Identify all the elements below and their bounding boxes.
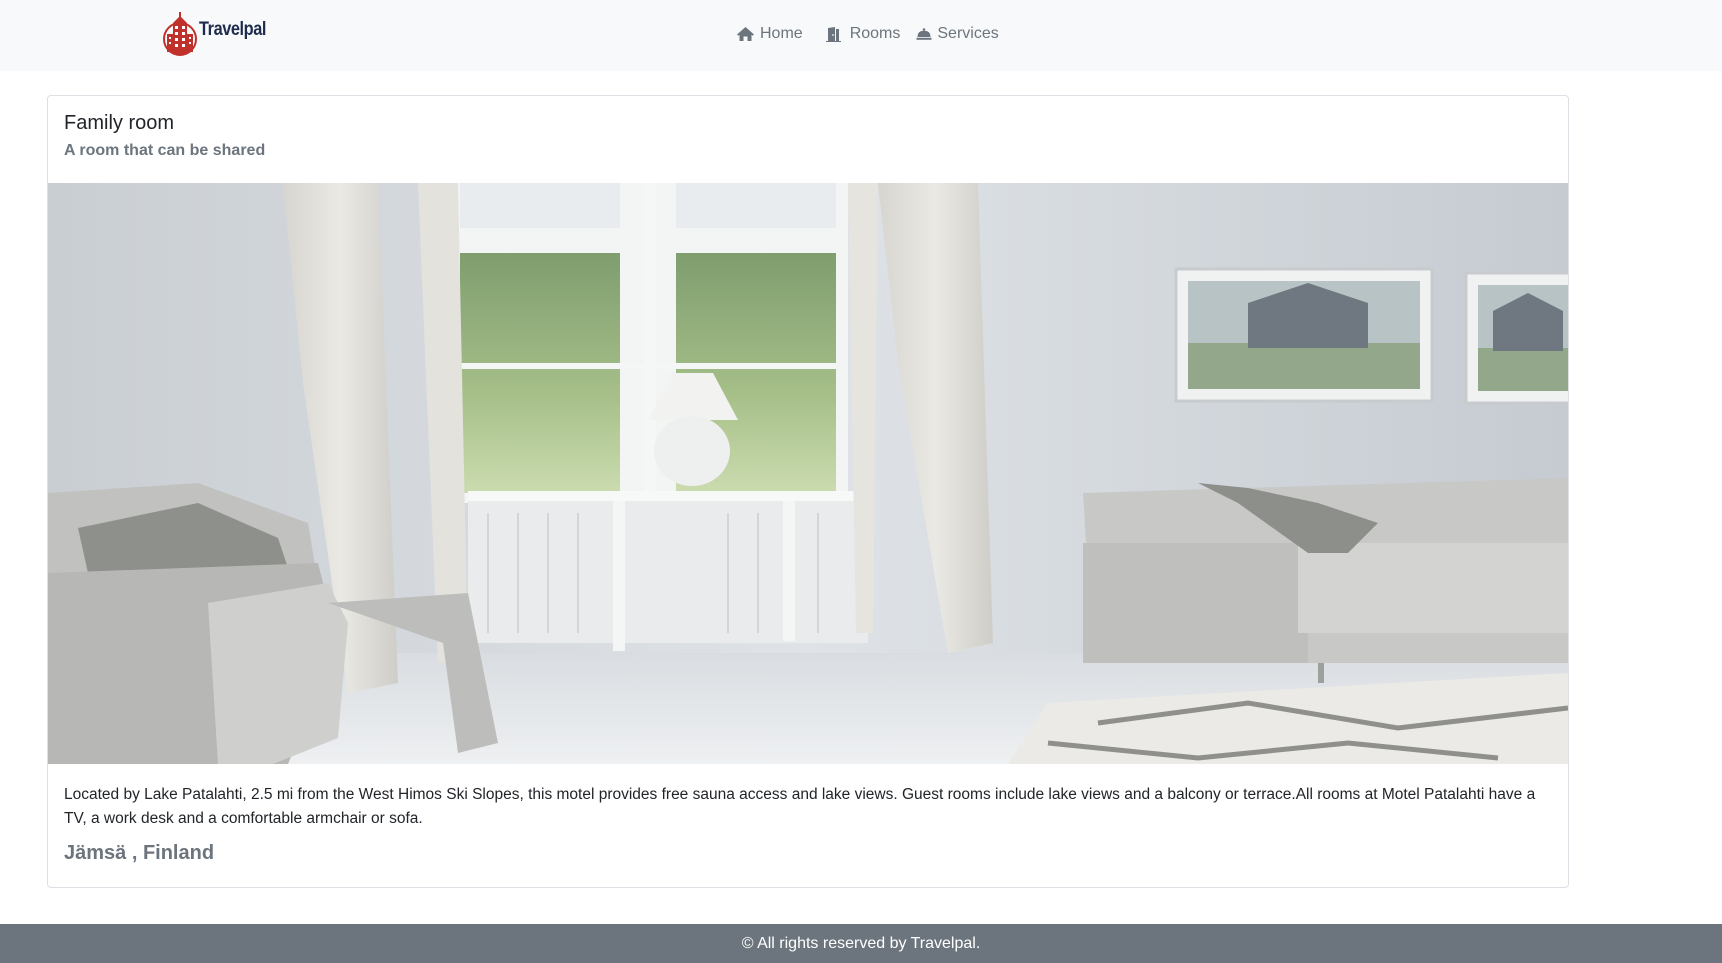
room-title: Family room [64,112,175,134]
room-subtitle: A room that can be shared [64,142,266,159]
nav-services-link[interactable]: Services [916,25,999,43]
brand-link[interactable]: Travelpal [162,12,277,56]
home-icon [737,27,754,41]
main-nav: Home Rooms Services [736,22,999,46]
room-photo-image [48,183,1568,764]
nav-rooms-label: Rooms [849,25,901,42]
nav-home-link[interactable]: Home [736,25,803,43]
room-location: Jämsä , Finland [64,842,215,864]
room-card: Family room A room that can be shared Lo… [47,95,1569,888]
page-footer: © All rights reserved by Travelpal. [0,924,1722,963]
hotel-building-logo-icon [163,12,197,56]
bell-icon [916,28,932,40]
door-icon [825,26,841,42]
nav-rooms-link[interactable]: Rooms [825,25,901,43]
nav-services-label: Services [937,25,999,42]
top-navbar: Travelpal Home Rooms Services [0,0,1722,71]
room-description: Located by Lake Patalahti, 2.5 mi from t… [64,786,1536,827]
footer-copyright: © All rights reserved by Travelpal. [741,934,981,952]
brand-name: Travelpal [199,18,266,40]
nav-home-label: Home [760,25,803,42]
